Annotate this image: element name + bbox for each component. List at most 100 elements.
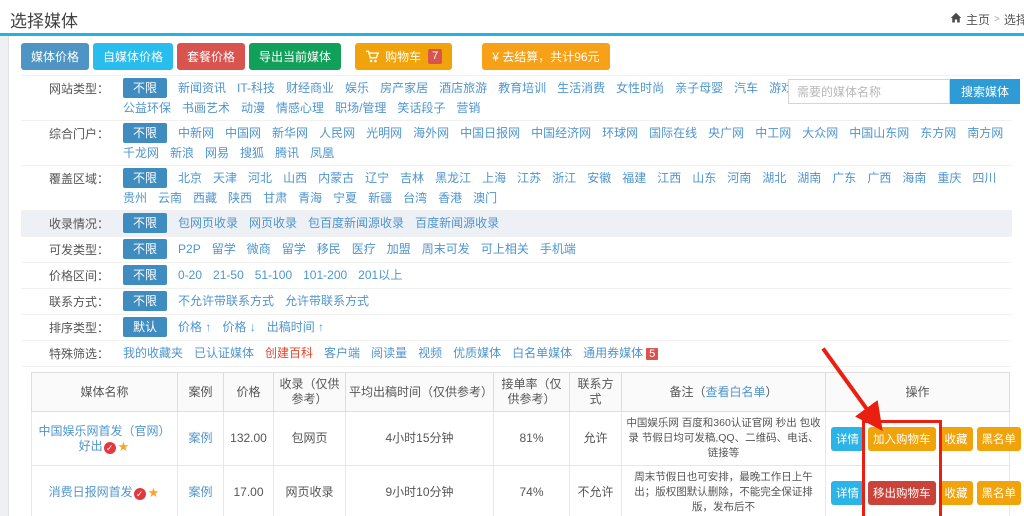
filter-option[interactable]: 网页收录 — [249, 213, 297, 233]
filter-option[interactable]: 新闻资讯 — [178, 78, 226, 98]
filter-option[interactable]: 河南 — [727, 168, 751, 188]
filter-option[interactable]: 安徽 — [587, 168, 611, 188]
filter-option[interactable]: 留学 — [212, 239, 236, 259]
filter-option[interactable]: 广西 — [867, 168, 891, 188]
blacklist-button[interactable]: 黑名单 — [977, 481, 1022, 505]
filter-option[interactable]: 天津 — [213, 168, 237, 188]
filter-option[interactable]: 辽宁 — [365, 168, 389, 188]
filter-option[interactable]: 女性时尚 — [616, 78, 664, 98]
filter-option[interactable]: 财经商业 — [286, 78, 334, 98]
filter-option[interactable]: P2P — [178, 239, 201, 259]
filter-option-selected[interactable]: 不限 — [123, 265, 167, 285]
filter-option[interactable]: 黑龙江 — [435, 168, 471, 188]
filter-option[interactable]: 手机端 — [540, 239, 576, 259]
filter-option[interactable]: 中国山东网 — [849, 123, 909, 143]
case-link[interactable]: 案例 — [188, 431, 212, 445]
filter-option[interactable]: 香港 — [438, 188, 462, 208]
filter-option[interactable]: 台湾 — [403, 188, 427, 208]
filter-option[interactable]: 澳门 — [473, 188, 497, 208]
favorite-button[interactable]: 收藏 — [940, 481, 973, 505]
cart-button[interactable]: 购物车7 — [355, 43, 452, 70]
filter-option[interactable]: 201以上 — [358, 265, 402, 285]
filter-option[interactable]: 动漫 — [241, 98, 265, 118]
filter-option[interactable]: 亲子母婴 — [675, 78, 723, 98]
filter-option[interactable]: 移民 — [317, 239, 341, 259]
filter-option[interactable]: 创建百科 — [265, 343, 313, 364]
filter-option[interactable]: 云南 — [158, 188, 182, 208]
filter-option[interactable]: 重庆 — [937, 168, 961, 188]
media-name-link[interactable]: 消费日报网首发 — [49, 485, 133, 499]
filter-option[interactable]: 上海 — [482, 168, 506, 188]
filter-option[interactable]: 房产家居 — [380, 78, 428, 98]
package-price-button[interactable]: 套餐价格 — [177, 43, 245, 70]
filter-option-selected[interactable]: 默认 — [123, 317, 167, 337]
filter-option[interactable]: 允许带联系方式 — [285, 291, 369, 311]
filter-option-selected[interactable]: 不限 — [123, 239, 167, 259]
filter-option[interactable]: 湖北 — [762, 168, 786, 188]
filter-option[interactable]: 微商 — [247, 239, 271, 259]
detail-button[interactable]: 详情 — [831, 481, 864, 505]
filter-option[interactable]: 笑话段子 — [397, 98, 445, 118]
filter-option[interactable]: 内蒙古 — [318, 168, 354, 188]
filter-option-selected[interactable]: 不限 — [123, 291, 167, 311]
detail-button[interactable]: 详情 — [831, 427, 864, 451]
filter-option[interactable]: 新华网 — [272, 123, 308, 143]
self-media-price-button[interactable]: 自媒体价格 — [93, 43, 173, 70]
whitelist-link[interactable]: 查看白名单 — [705, 385, 765, 399]
filter-option[interactable]: 甘肃 — [263, 188, 287, 208]
filter-option[interactable]: 书画艺术 — [182, 98, 230, 118]
filter-option[interactable]: 新浪 — [170, 143, 194, 163]
filter-option[interactable]: 包百度新闻源收录 — [308, 213, 404, 233]
filter-option[interactable]: 通用券媒体5 — [583, 343, 658, 364]
filter-option[interactable]: 央广网 — [708, 123, 744, 143]
remove-from-cart-button[interactable]: 移出购物车 — [868, 481, 936, 505]
filter-option[interactable]: 千龙网 — [123, 143, 159, 163]
filter-option[interactable]: 中国日报网 — [460, 123, 520, 143]
filter-option[interactable]: 酒店旅游 — [439, 78, 487, 98]
filter-option[interactable]: 河北 — [248, 168, 272, 188]
filter-option[interactable]: 大众网 — [802, 123, 838, 143]
filter-option[interactable]: 人民网 — [319, 123, 355, 143]
filter-option[interactable]: 51-100 — [255, 265, 292, 285]
favorite-button[interactable]: 收藏 — [940, 427, 973, 451]
filter-option[interactable]: 湖南 — [797, 168, 821, 188]
filter-option[interactable]: 我的收藏夹 — [123, 343, 183, 364]
filter-option[interactable]: 江西 — [657, 168, 681, 188]
filter-option[interactable]: 江苏 — [517, 168, 541, 188]
add-to-cart-button[interactable]: 加入购物车 — [868, 427, 936, 451]
filter-option[interactable]: 已认证媒体 — [194, 343, 254, 364]
filter-option[interactable]: 中国网 — [225, 123, 261, 143]
export-media-button[interactable]: 导出当前媒体 — [249, 43, 341, 70]
filter-option[interactable]: 西藏 — [193, 188, 217, 208]
filter-option[interactable]: 客户端 — [324, 343, 360, 364]
search-media-button[interactable]: 搜索媒体 — [950, 79, 1020, 104]
filter-option[interactable]: 生活消费 — [557, 78, 605, 98]
filter-option[interactable]: 优质媒体 — [453, 343, 501, 364]
filter-option[interactable]: 凤凰 — [310, 143, 334, 163]
filter-option[interactable]: 加盟 — [387, 239, 411, 259]
filter-option[interactable]: 中新网 — [178, 123, 214, 143]
filter-option[interactable]: 视频 — [418, 343, 442, 364]
filter-option[interactable]: 留学 — [282, 239, 306, 259]
filter-option[interactable]: 情感心理 — [276, 98, 324, 118]
filter-option[interactable]: 福建 — [622, 168, 646, 188]
search-input[interactable] — [788, 79, 950, 104]
filter-option[interactable]: 出稿时间 ↑ — [267, 317, 324, 337]
filter-option[interactable]: 新疆 — [368, 188, 392, 208]
filter-option[interactable]: 北京 — [178, 168, 202, 188]
filter-option-selected[interactable]: 不限 — [123, 78, 167, 98]
filter-option[interactable]: 国际在线 — [649, 123, 697, 143]
filter-option-selected[interactable]: 不限 — [123, 123, 167, 143]
filter-option[interactable]: 海外网 — [413, 123, 449, 143]
filter-option[interactable]: 山西 — [283, 168, 307, 188]
media-price-button[interactable]: 媒体价格 — [21, 43, 89, 70]
filter-option[interactable]: 可上相关 — [481, 239, 529, 259]
filter-option[interactable]: 教育培训 — [498, 78, 546, 98]
filter-option[interactable]: 广东 — [832, 168, 856, 188]
filter-option[interactable]: 0-20 — [178, 265, 202, 285]
checkout-button[interactable]: ¥ 去结算，共计96元 — [482, 43, 609, 70]
filter-option-selected[interactable]: 不限 — [123, 168, 167, 188]
filter-option[interactable]: 阅读量 — [371, 343, 407, 364]
filter-option[interactable]: 不允许带联系方式 — [178, 291, 274, 311]
filter-option-selected[interactable]: 不限 — [123, 213, 167, 233]
